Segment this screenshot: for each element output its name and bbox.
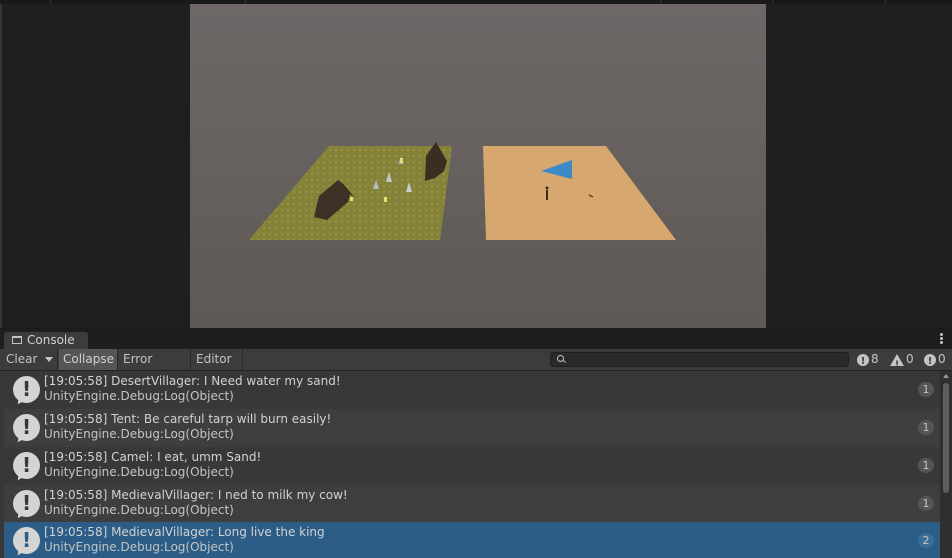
console-toolbar: Clear Collapse Error Pause Editor 8 0 0 <box>0 349 952 386</box>
editor-label: Editor <box>196 352 232 366</box>
editor-dropdown[interactable]: Editor <box>192 349 243 382</box>
info-icon <box>857 352 869 372</box>
search-icon <box>557 355 564 362</box>
info-bubble-icon: ! <box>13 376 40 403</box>
warning-icon <box>890 353 904 375</box>
log-message: [19:05:58] DesertVillager: I Need water … <box>44 374 341 388</box>
info-bubble-icon: ! <box>13 527 40 554</box>
console-tab-bar: Console <box>0 328 952 350</box>
info-count: 8 <box>871 352 879 366</box>
info-bubble-icon: ! <box>13 490 40 517</box>
warning-count: 0 <box>906 352 914 366</box>
error-count-toggle[interactable]: 0 <box>924 349 946 372</box>
log-message: [19:05:58] MedievalVillager: I ned to mi… <box>44 488 348 502</box>
clear-button[interactable]: Clear <box>2 349 42 370</box>
log-count-badge: 1 <box>918 496 934 511</box>
collapse-label: Collapse <box>63 352 114 366</box>
error-pause-toggle[interactable]: Error Pause <box>119 349 191 386</box>
log-message: [19:05:58] Camel: I eat, umm Sand! <box>44 450 262 464</box>
log-source: UnityEngine.Debug:Log(Object) <box>44 427 234 441</box>
log-entry-selected[interactable]: ! [19:05:58] MedievalVillager: Long live… <box>4 522 940 558</box>
console-panel: Console Clear Collapse Error Pause Edito… <box>0 328 952 558</box>
chevron-down-icon <box>45 357 53 362</box>
search-field[interactable] <box>550 352 849 367</box>
info-bubble-icon: ! <box>13 414 40 441</box>
scene-illustration <box>249 142 676 240</box>
log-source: UnityEngine.Debug:Log(Object) <box>44 540 234 554</box>
log-message: [19:05:58] MedievalVillager: Long live t… <box>44 525 325 539</box>
log-source: UnityEngine.Debug:Log(Object) <box>44 465 234 479</box>
log-message: [19:05:58] Tent: Be careful tarp will bu… <box>44 412 332 426</box>
sand-plane <box>483 146 676 240</box>
error-icon <box>924 352 936 372</box>
console-window-icon <box>12 336 22 344</box>
game-view[interactable] <box>0 4 952 328</box>
scroll-up-arrow-icon[interactable] <box>943 374 949 378</box>
log-list: ! [19:05:58] DesertVillager: I Need wate… <box>0 371 940 558</box>
log-count-badge: 1 <box>918 420 934 435</box>
log-entry[interactable]: ! [19:05:58] DesertVillager: I Need wate… <box>4 371 940 409</box>
error-count: 0 <box>938 352 946 366</box>
info-count-toggle[interactable]: 8 <box>857 349 879 372</box>
clear-options-dropdown[interactable] <box>42 349 58 370</box>
tab-console-label: Console <box>27 333 75 347</box>
warning-count-toggle[interactable]: 0 <box>890 349 914 375</box>
tab-console[interactable]: Console <box>4 332 88 350</box>
scene-render <box>190 4 766 328</box>
clear-label: Clear <box>6 352 38 366</box>
log-count-badge: 1 <box>918 382 934 397</box>
search-input[interactable] <box>569 353 839 366</box>
left-panel-border <box>0 4 2 328</box>
log-count-badge: 2 <box>918 533 934 548</box>
panel-menu-icon[interactable] <box>940 333 943 345</box>
log-count-badge: 1 <box>918 458 934 473</box>
log-entry[interactable]: ! [19:05:58] Camel: I eat, umm Sand! Uni… <box>4 447 940 485</box>
info-bubble-icon: ! <box>13 452 40 479</box>
log-source: UnityEngine.Debug:Log(Object) <box>44 389 234 403</box>
log-scrollbar[interactable] <box>940 371 952 558</box>
scrollbar-thumb[interactable] <box>943 383 949 493</box>
collapse-toggle[interactable]: Collapse <box>59 349 118 370</box>
log-source: UnityEngine.Debug:Log(Object) <box>44 503 234 517</box>
log-entry[interactable]: ! [19:05:58] Tent: Be careful tarp will … <box>4 409 940 447</box>
log-entry[interactable]: ! [19:05:58] MedievalVillager: I ned to … <box>4 485 940 523</box>
